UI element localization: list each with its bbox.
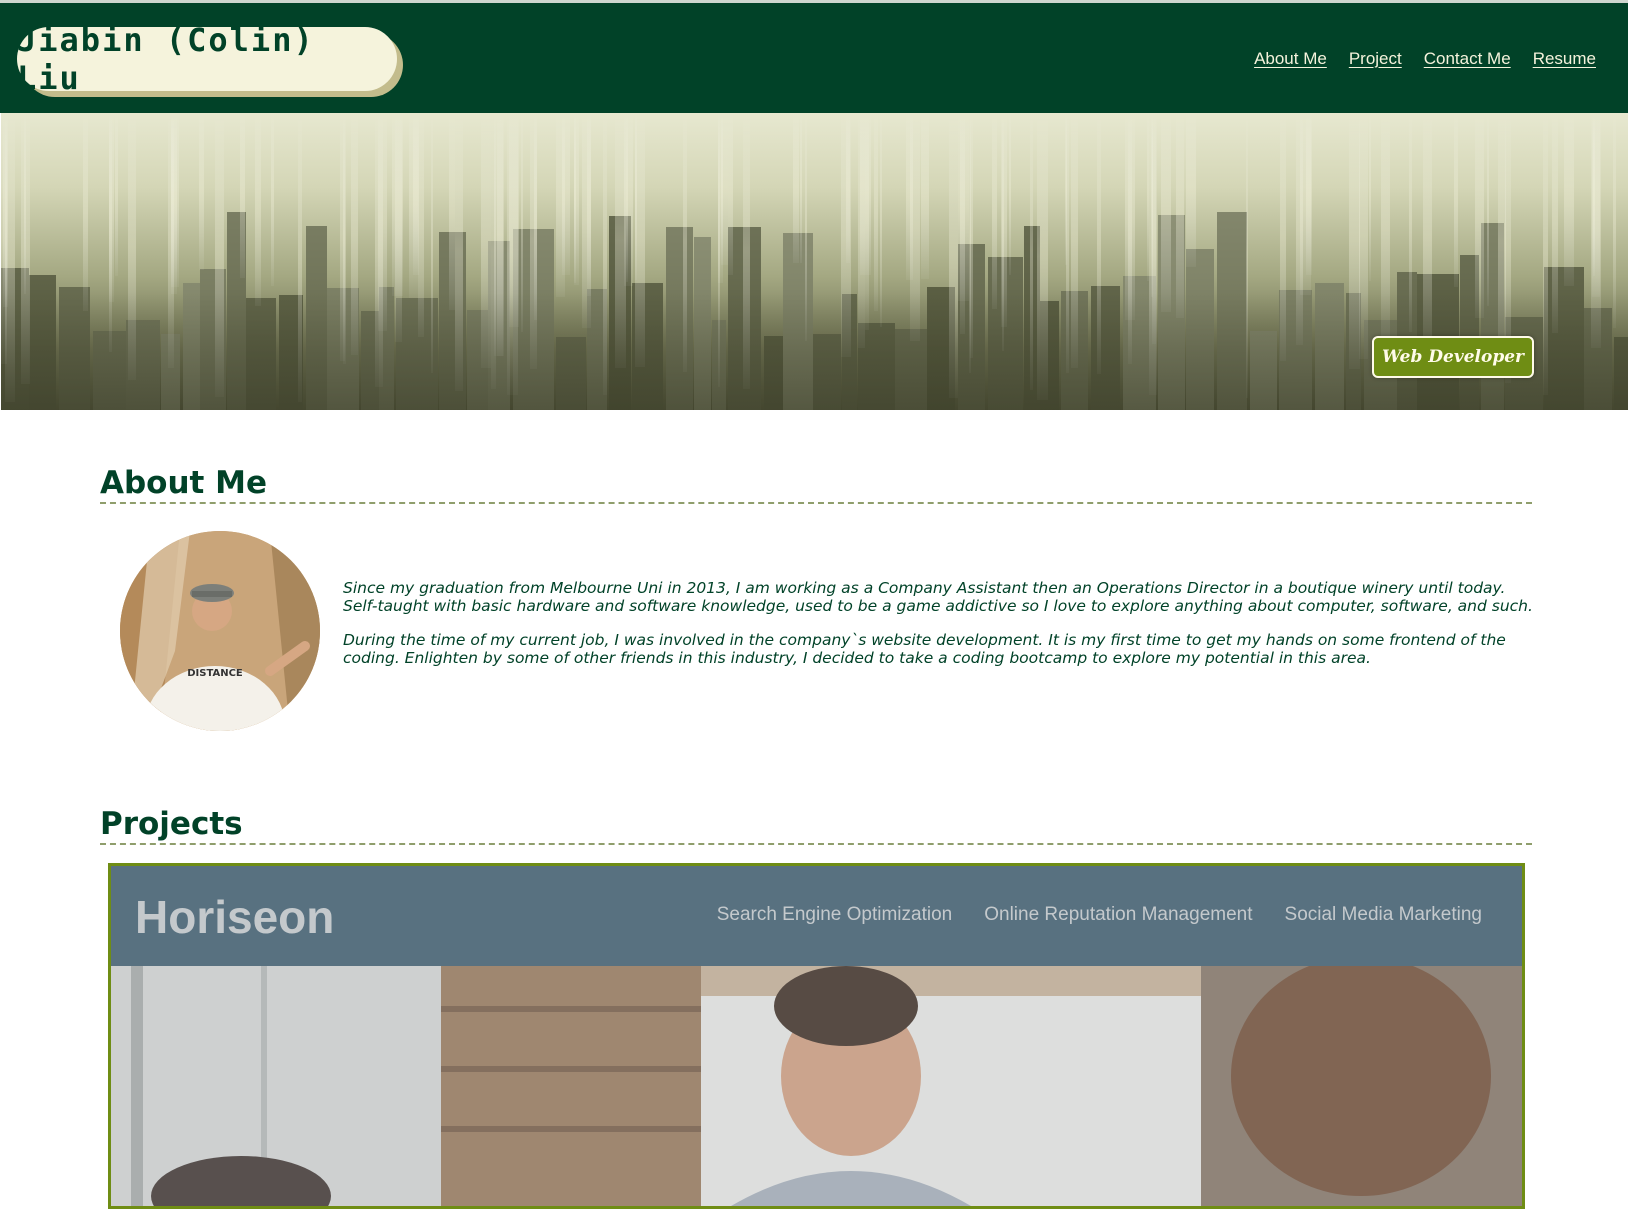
- site-header: Jiabin (Colin) Liu About Me Project Cont…: [0, 3, 1628, 113]
- site-name: Jiabin (Colin) Liu: [17, 21, 315, 97]
- project-card-horiseon[interactable]: Horiseon Search Engine Optimization Onli…: [108, 863, 1525, 1209]
- projects-heading: Projects: [100, 805, 1532, 845]
- about-paragraph: During the time of my current job, I was…: [343, 631, 1506, 667]
- project-logo: Horiseon: [135, 891, 335, 943]
- project-screenshot-image: [111, 956, 1522, 1206]
- project-nav-item: Online Reputation Management: [984, 904, 1253, 925]
- site-name-badge: Jiabin (Colin) Liu: [17, 21, 397, 97]
- project-nav-item: Search Engine Optimization: [716, 904, 953, 925]
- project-screenshot-header: Horiseon Search Engine Optimization Onli…: [111, 866, 1522, 966]
- nav-contact-me[interactable]: Contact Me: [1424, 49, 1511, 69]
- svg-text:DISTANCE: DISTANCE: [187, 668, 243, 679]
- nav-resume[interactable]: Resume: [1533, 49, 1596, 69]
- about-me-heading: About Me: [100, 464, 1532, 504]
- profile-photo: DISTANCE: [120, 531, 320, 731]
- about-paragraph: Since my graduation from Melbourne Uni i…: [343, 579, 1533, 615]
- about-me-text: Since my graduation from Melbourne Uni i…: [343, 579, 1533, 684]
- project-screenshot-nav: Search Engine Optimization Online Reputa…: [717, 904, 1482, 926]
- project-nav-item: Social Media Marketing: [1284, 904, 1482, 925]
- nav-about-me[interactable]: About Me: [1254, 49, 1327, 69]
- main-nav: About Me Project Contact Me Resume: [1254, 49, 1596, 69]
- role-badge: Web Developer: [1372, 336, 1534, 378]
- nav-project[interactable]: Project: [1349, 49, 1402, 69]
